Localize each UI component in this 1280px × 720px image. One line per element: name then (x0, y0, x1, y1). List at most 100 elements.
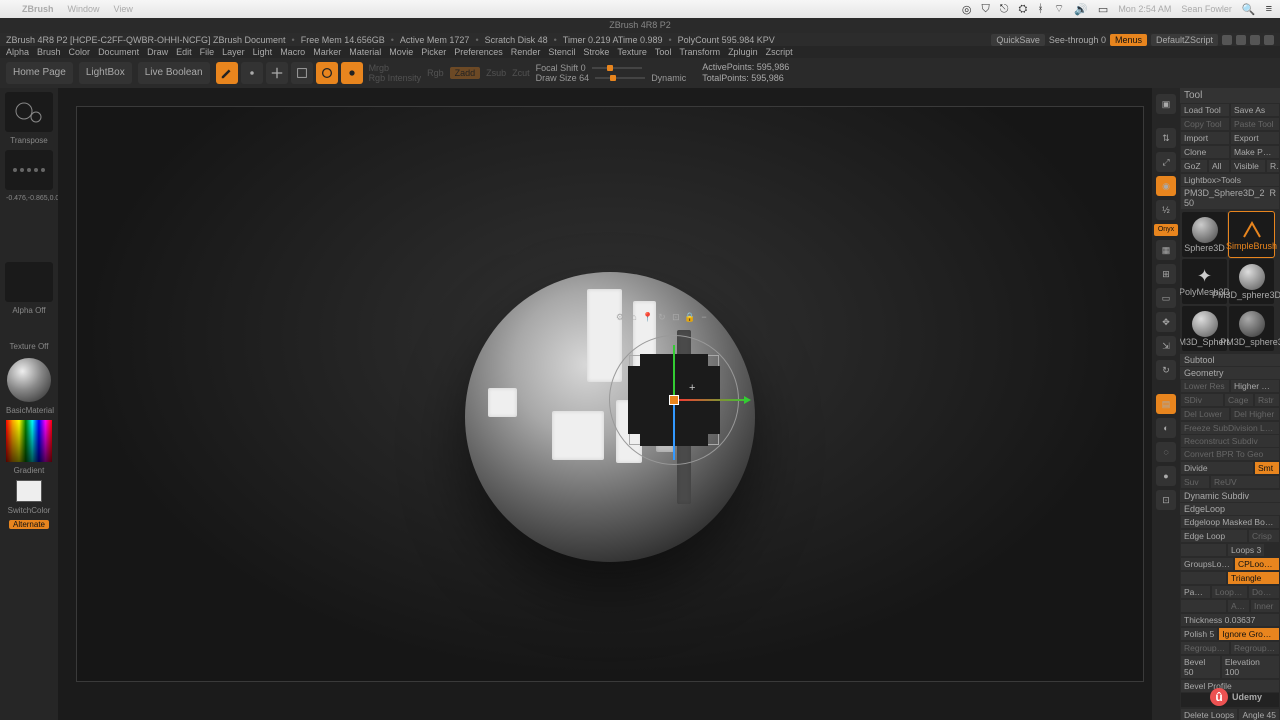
triangle-button[interactable]: Triangle (1228, 572, 1279, 584)
del-higher-button[interactable]: Del Higher (1231, 408, 1279, 420)
gizmo-gear-icon[interactable]: ⚙ (614, 312, 626, 323)
gizmo-icon[interactable] (341, 62, 363, 84)
transp-icon[interactable]: ◐ (1156, 418, 1176, 438)
color-picker[interactable] (6, 420, 52, 462)
gizmo-home-icon[interactable]: ⌂ (628, 312, 640, 323)
live-boolean-button[interactable]: Live Boolean (138, 62, 210, 84)
mini-icon[interactable] (1236, 35, 1246, 45)
gizmo-axis-z[interactable] (673, 400, 675, 460)
menu-preferences[interactable]: Preferences (454, 47, 503, 57)
lightbox-button[interactable]: LightBox (79, 62, 132, 84)
double-button[interactable]: Double (1249, 586, 1279, 598)
seethrough-slider[interactable]: See-through 0 (1049, 35, 1106, 45)
menu-render[interactable]: Render (511, 47, 541, 57)
convert-bpr-button[interactable]: Convert BPR To Geo (1181, 448, 1279, 460)
reconstruct-button[interactable]: Reconstruct Subdiv (1181, 435, 1279, 447)
menu-brush[interactable]: Brush (37, 47, 61, 57)
menu-zscript[interactable]: Zscript (766, 47, 793, 57)
thickness-slider[interactable]: Thickness 0.03637 (1181, 614, 1279, 626)
mac-menu-window[interactable]: Window (68, 4, 100, 14)
gizmo-pin-icon[interactable]: 📍 (642, 312, 654, 323)
lightbox-tools[interactable]: Lightbox>Tools (1181, 174, 1279, 186)
rotate-mode-icon[interactable] (316, 62, 338, 84)
move-icon[interactable]: ✥ (1156, 312, 1176, 332)
polyf-icon[interactable]: ▤ (1156, 394, 1176, 414)
elevation-slider[interactable]: Elevation 100 (1222, 656, 1279, 678)
quicksave-button[interactable]: QuickSave (991, 34, 1045, 46)
zcut-label[interactable]: Zcut (512, 68, 530, 78)
gizmo-center[interactable] (669, 395, 679, 405)
actual-icon[interactable]: ◉ (1156, 176, 1176, 196)
material-thumb[interactable] (7, 358, 51, 402)
rotate-icon[interactable]: ↻ (1156, 360, 1176, 380)
geometry-section[interactable]: Geometry (1180, 367, 1280, 379)
dynamic-label[interactable]: Dynamic (651, 73, 686, 83)
mac-menu-view[interactable]: View (114, 4, 133, 14)
alternate-button[interactable]: Alternate (9, 520, 49, 529)
menu-material[interactable]: Material (349, 47, 381, 57)
polish-slider[interactable]: Polish 5 (1181, 628, 1217, 640)
inner-button[interactable]: Inner (1251, 600, 1279, 612)
scroll-icon[interactable]: ⇅ (1156, 128, 1176, 148)
clone-button[interactable]: Clone (1181, 146, 1229, 158)
tool-thumb[interactable]: PM3D_sphere3 (1229, 306, 1274, 351)
goz-all-button[interactable]: All (1209, 160, 1229, 172)
goz-button[interactable]: GoZ (1181, 160, 1207, 172)
ignore-groups-button[interactable]: Ignore Groups (1219, 628, 1279, 640)
higher-res-button[interactable]: Higher Res (1231, 380, 1279, 392)
edit-mode-icon[interactable] (216, 62, 238, 84)
focal-shift[interactable]: Focal Shift 0 (536, 63, 586, 73)
crisp-button[interactable]: Crisp (1249, 530, 1279, 542)
tool-thumb[interactable]: SimpleBrush (1229, 212, 1274, 257)
local-icon[interactable]: ⊞ (1156, 264, 1176, 284)
copy-tool-button[interactable]: Copy Tool (1181, 118, 1229, 130)
menu-light[interactable]: Light (253, 47, 273, 57)
rstr-button[interactable]: Rstr (1255, 394, 1279, 406)
wifi-icon[interactable]: ⌔ (1054, 2, 1064, 16)
scale-icon[interactable]: ⇲ (1156, 336, 1176, 356)
edge-loop-button[interactable]: Edge Loop (1181, 530, 1247, 542)
mac-user[interactable]: Sean Fowler (1181, 4, 1232, 14)
gizmo-lock-icon[interactable]: 🔒 (684, 312, 696, 323)
xpose-icon[interactable]: ⊡ (1156, 490, 1176, 510)
viewport[interactable]: ⚙ ⌂ 📍 ↻ ⊡ 🔒 − + (76, 106, 1144, 682)
zadd-button[interactable]: Zadd (450, 67, 481, 79)
draw-mode-icon[interactable] (241, 62, 263, 84)
paste-tool-button[interactable]: Paste Tool (1231, 118, 1279, 130)
loops8-slider[interactable]: Loops 8 (1212, 586, 1247, 598)
stroke-thumb[interactable] (5, 150, 53, 190)
menu-edit[interactable]: Edit (176, 47, 192, 57)
tool-thumb[interactable]: PM3D_sphere3D_1 (1229, 259, 1274, 304)
menu-stroke[interactable]: Stroke (583, 47, 609, 57)
menu-stencil[interactable]: Stencil (548, 47, 575, 57)
suv-button[interactable]: Suv (1181, 476, 1209, 488)
save-as-button[interactable]: Save As (1231, 104, 1279, 116)
persp-chip[interactable]: Onyx (1154, 224, 1178, 236)
dynamic-subdiv-section[interactable]: Dynamic Subdiv (1180, 490, 1280, 502)
draw-size[interactable]: Draw Size 64 (536, 73, 590, 83)
tool-header[interactable]: Tool (1180, 88, 1280, 103)
menu-marker[interactable]: Marker (313, 47, 341, 57)
menu-transform[interactable]: Transform (679, 47, 720, 57)
import-button[interactable]: Import (1181, 132, 1229, 144)
gizmo-sticky-icon[interactable]: ⊡ (670, 312, 682, 323)
lower-res-button[interactable]: Lower Res (1181, 380, 1229, 392)
move-mode-icon[interactable] (266, 62, 288, 84)
bpr-icon[interactable]: ▣ (1156, 94, 1176, 114)
freeze-subdiv-button[interactable]: Freeze SubDivision Levels (1181, 422, 1279, 434)
groupsloops-button[interactable]: GroupsLoops (1181, 558, 1233, 570)
bevel-slider[interactable]: Bevel 50 (1181, 656, 1220, 678)
menu-file[interactable]: File (200, 47, 215, 57)
default-zscript[interactable]: DefaultZScript (1151, 34, 1218, 46)
menu-macro[interactable]: Macro (280, 47, 305, 57)
panel-loops-button[interactable]: Panel Loops (1181, 586, 1210, 598)
frame-icon[interactable]: ▭ (1156, 288, 1176, 308)
notifications-icon[interactable]: ≡ (1266, 3, 1272, 15)
export-button[interactable]: Export (1231, 132, 1279, 144)
ghost-icon[interactable]: ◌ (1156, 442, 1176, 462)
delete-loops-button[interactable]: Delete Loops (1181, 709, 1237, 720)
transpose-brush[interactable] (5, 92, 53, 132)
mini-icon[interactable] (1222, 35, 1232, 45)
mrgb-label[interactable]: Mrgb (369, 63, 422, 73)
menu-document[interactable]: Document (98, 47, 139, 57)
